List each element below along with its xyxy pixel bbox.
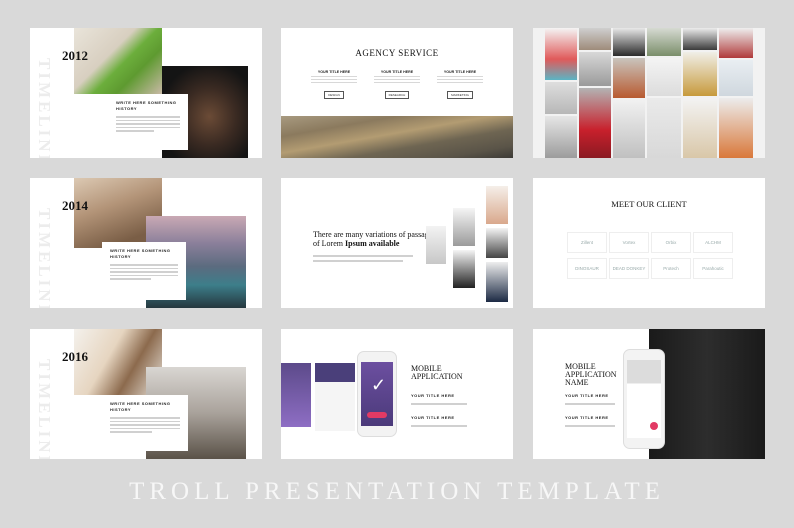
photo-model <box>486 228 508 258</box>
photo-tile <box>683 52 717 96</box>
history-card: WRITE HERE SOMETHING HISTORY <box>102 242 186 300</box>
agency-column: YOUR TITLE HERE RESEARCH <box>372 70 422 101</box>
photo-tile <box>683 98 717 158</box>
photo-tile <box>719 60 753 96</box>
app-screens-collage <box>649 329 765 459</box>
photo-model <box>486 186 508 224</box>
photo-model <box>486 262 508 302</box>
agency-column: YOUR TITLE HERE DESIGN <box>309 70 359 101</box>
phone-screen: ✓ <box>361 362 393 426</box>
agency-button-marketing[interactable]: MARKETING <box>447 91 473 99</box>
footer-title: TROLL PRESENTATION TEMPLATE <box>129 478 665 505</box>
agency-button-research[interactable]: RESEARCH <box>384 91 410 99</box>
client-logo: Orbix <box>651 232 691 253</box>
photo-model <box>453 208 475 246</box>
slide-mobile-app-name[interactable]: MOBILE APPLICATION NAME YOUR TITLE HERE … <box>533 329 765 459</box>
mobile-name-title: MOBILE APPLICATION NAME <box>565 363 617 387</box>
slide-fashion-variations[interactable]: There are many variations of passages of… <box>281 178 513 308</box>
photo-tile <box>613 100 645 158</box>
timeline-vertical-text: TIMELINE <box>35 208 54 308</box>
slide-furniture-gallery[interactable] <box>533 28 765 158</box>
client-logo: Protech <box>651 258 691 279</box>
app-screen-middle <box>315 363 355 431</box>
agency-column-title: YOUR TITLE HERE <box>380 70 414 74</box>
slide-timeline-2014[interactable]: TIMELINE 2014 WRITE HERE SOMETHING HISTO… <box>30 178 262 308</box>
mobile-name-item-title: YOUR TITLE HERE <box>565 393 609 398</box>
slide-timeline-2012[interactable]: TIMELINE 2012 WRITE HERE SOMETHING HISTO… <box>30 28 262 158</box>
history-card-title: WRITE HERE SOMETHING HISTORY <box>110 248 171 259</box>
photo-tile <box>613 58 645 98</box>
client-logo: Vortex <box>609 232 649 253</box>
photo-tile <box>613 28 645 56</box>
photo-tile <box>579 28 611 50</box>
photo-model <box>453 250 475 288</box>
slide-meet-client[interactable]: MEET OUR CLIENT Zillent Vortex Orbix ALC… <box>533 178 765 308</box>
client-title: MEET OUR CLIENT <box>611 199 687 209</box>
photo-tile <box>647 28 681 56</box>
photo-tile <box>647 98 681 158</box>
photo-tile <box>647 58 681 96</box>
client-logo: DEAD DONKEY <box>609 258 649 279</box>
mobile-name-title-line-3: NAME <box>565 378 589 387</box>
slide-timeline-2016[interactable]: TIMELINE 2016 WRITE HERE SOMETHING HISTO… <box>30 329 262 459</box>
variations-line-2: of Lorem <box>313 239 343 248</box>
agency-button-design[interactable]: DESIGN <box>324 91 344 99</box>
mobile-item-title: YOUR TITLE HERE <box>411 393 455 398</box>
timeline-vertical-text: TIMELINE <box>35 58 54 158</box>
year-label: 2012 <box>62 48 88 63</box>
photo-tile <box>545 116 577 158</box>
agency-column-title: YOUR TITLE HERE <box>317 70 351 74</box>
variations-headline: There are many variations of passages of… <box>313 230 435 248</box>
client-logo: ALCHM <box>693 232 733 253</box>
phone-mockup: ✓ <box>357 351 397 437</box>
variations-line-1: There are many variations of passages <box>313 230 436 239</box>
client-logo: DINOSAUR <box>567 258 607 279</box>
mobile-title-line-2: APPLICATION <box>411 372 463 381</box>
photo-tile <box>719 28 753 58</box>
photo-tile <box>579 52 611 86</box>
check-icon: ✓ <box>371 375 387 395</box>
mobile-title: MOBILE APPLICATION <box>411 365 463 381</box>
phone-screen <box>627 360 661 438</box>
year-label: 2016 <box>62 349 88 364</box>
history-card: WRITE HERE SOMETHING HISTORY <box>108 94 188 150</box>
photo-model <box>426 226 446 264</box>
phone-action-button[interactable] <box>650 422 658 430</box>
timeline-vertical-text: TIMELINE <box>35 359 54 459</box>
mobile-item-title: YOUR TITLE HERE <box>411 415 455 420</box>
photo-tile <box>579 88 611 158</box>
photo-tile <box>545 82 577 114</box>
phone-action-button[interactable] <box>367 412 387 418</box>
history-card-title: WRITE HERE SOMETHING HISTORY <box>110 401 171 412</box>
photo-tile <box>683 28 717 50</box>
mobile-name-item-title: YOUR TITLE HERE <box>565 415 609 420</box>
photo-tile <box>719 98 753 158</box>
year-label: 2014 <box>62 198 88 213</box>
app-screen-left <box>281 363 311 427</box>
client-logo: Parahoutic <box>693 258 733 279</box>
agency-title: AGENCY SERVICE <box>355 48 439 58</box>
history-card-title: WRITE HERE SOMETHING HISTORY <box>116 100 177 111</box>
slide-mobile-application[interactable]: ✓ MOBILE APPLICATION YOUR TITLE HERE YOU… <box>281 329 513 459</box>
variations-line-2-bold: Ipsum available <box>345 239 400 248</box>
photo-tile <box>545 28 577 80</box>
agency-column-title: YOUR TITLE HERE <box>443 70 477 74</box>
agency-column: YOUR TITLE HERE MARKETING <box>435 70 485 101</box>
slide-agency-service[interactable]: AGENCY SERVICE YOUR TITLE HERE DESIGN YO… <box>281 28 513 158</box>
photo-mountain-hikers <box>281 116 513 158</box>
history-card: WRITE HERE SOMETHING HISTORY <box>102 395 188 451</box>
phone-mockup <box>623 349 665 449</box>
client-logo: Zillent <box>567 232 607 253</box>
